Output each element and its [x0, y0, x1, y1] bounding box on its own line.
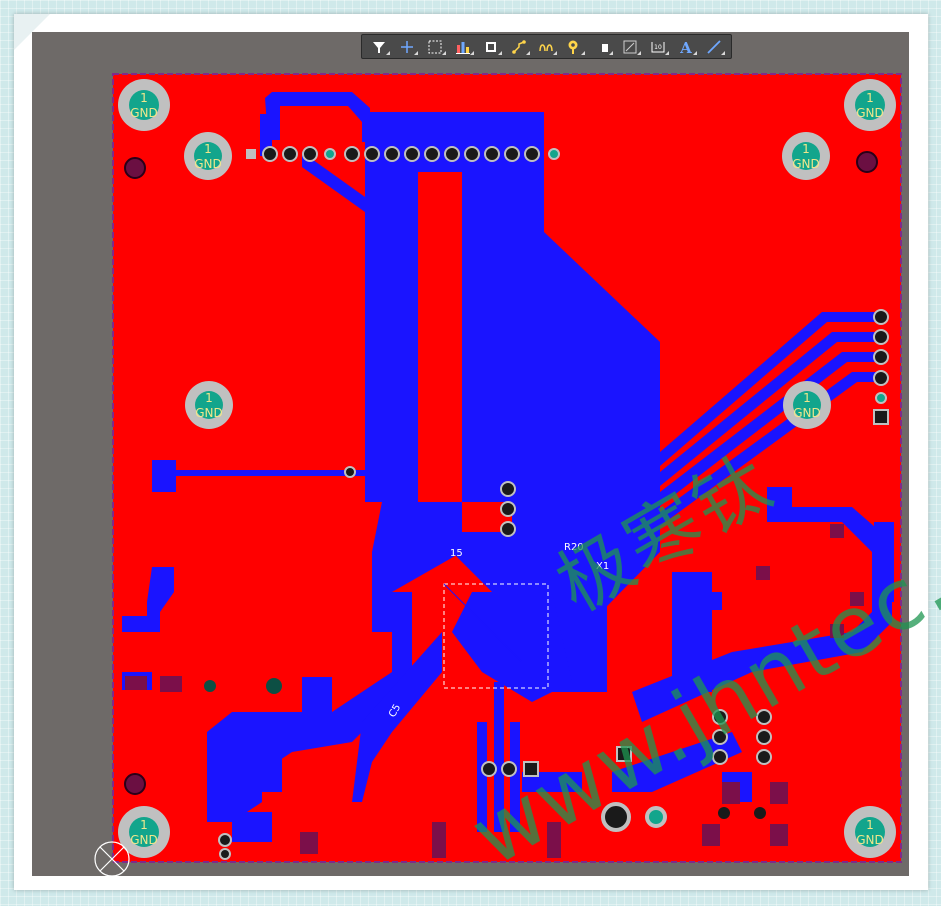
route-icon[interactable] — [506, 36, 532, 57]
hole-net: GND — [856, 833, 884, 847]
hole-net: GND — [130, 106, 158, 120]
origin-marker-icon — [94, 841, 130, 877]
hole-net: GND — [130, 833, 158, 847]
pcb-toolbar: 10 A — [361, 34, 732, 59]
hole-pin: 1 — [866, 818, 874, 832]
hole-pin: 1 — [802, 142, 810, 156]
hole-net: GND — [194, 157, 222, 171]
dimension-icon[interactable]: 10 — [645, 36, 671, 57]
mounting-hole[interactable]: 1 GND — [184, 132, 232, 180]
keepout-icon[interactable] — [617, 36, 643, 57]
text-icon[interactable]: A — [673, 36, 699, 57]
line-icon[interactable] — [701, 36, 727, 57]
crosshair-icon[interactable] — [394, 36, 420, 57]
text-tool-glyph: A — [679, 39, 692, 55]
hole-pin: 1 — [803, 391, 811, 405]
svg-text:10: 10 — [654, 44, 662, 51]
mounting-hole[interactable]: 1 GND — [185, 381, 233, 429]
mounting-hole[interactable]: 1 GND — [844, 806, 896, 858]
hole-pin: 1 — [140, 818, 148, 832]
via-icon[interactable] — [561, 36, 587, 57]
hole-net: GND — [793, 406, 821, 420]
pcb-canvas[interactable]: 15 R20 X1 C5 1 GND 1 GND 1 GND 1 GND 1 G… — [32, 32, 909, 876]
mounting-hole[interactable]: 1 GND — [118, 79, 170, 131]
select-rect-icon[interactable] — [422, 36, 448, 57]
hole-pin: 1 — [204, 142, 212, 156]
mounting-hole[interactable]: 1 GND — [844, 79, 896, 131]
diff-pair-icon[interactable] — [534, 36, 560, 57]
align-icon[interactable] — [450, 36, 476, 57]
mounting-hole[interactable]: 1 GND — [782, 132, 830, 180]
pcb-board[interactable]: 15 R20 X1 C5 1 GND 1 GND 1 GND 1 GND 1 G… — [32, 32, 909, 876]
hole-net: GND — [195, 406, 223, 420]
hole-pin: 1 — [140, 91, 148, 105]
mounting-hole[interactable]: 1 GND — [783, 381, 831, 429]
component-icon[interactable] — [478, 36, 504, 57]
hole-pin: 1 — [866, 91, 874, 105]
designator-r15: 15 — [450, 548, 463, 559]
polygon-icon[interactable] — [589, 36, 615, 57]
hole-net: GND — [856, 106, 884, 120]
hole-pin: 1 — [205, 391, 213, 405]
filter-icon[interactable] — [366, 36, 392, 57]
hole-net: GND — [792, 157, 820, 171]
